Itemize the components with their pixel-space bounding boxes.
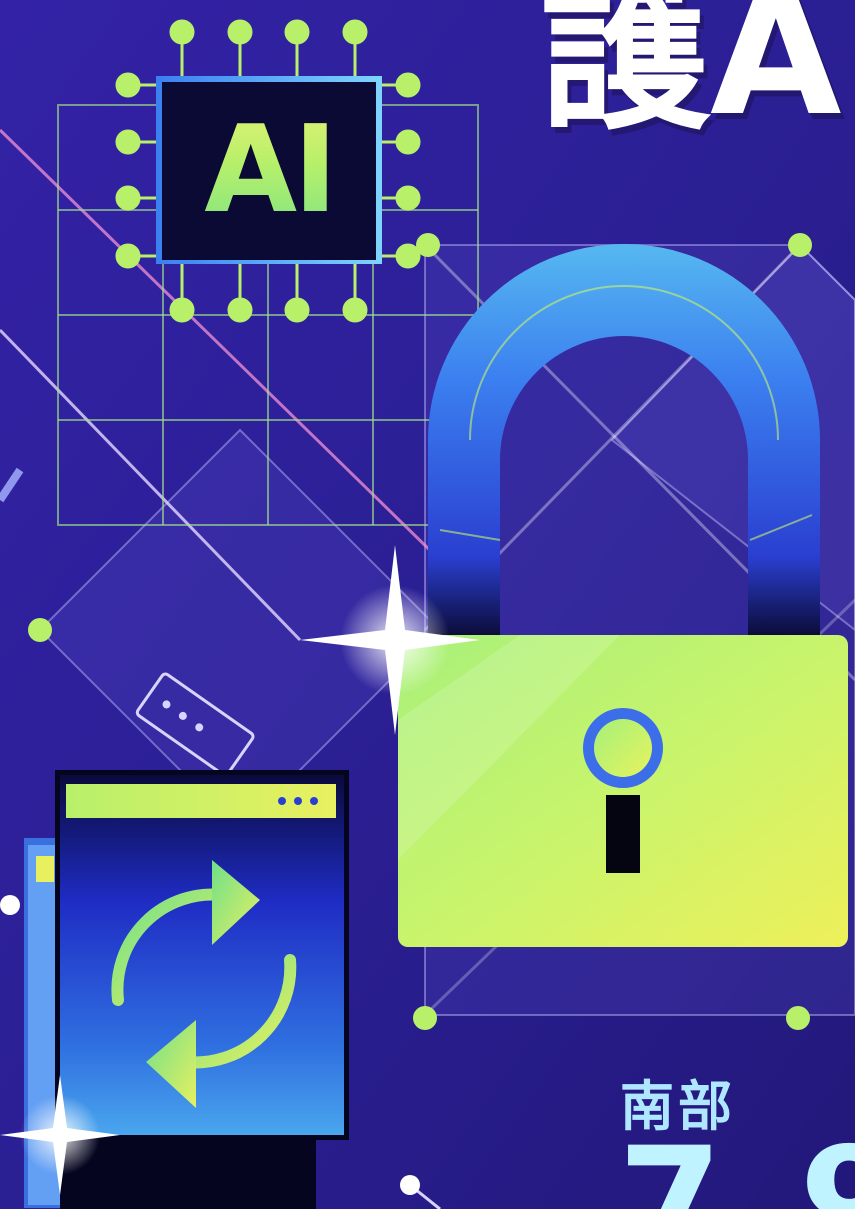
poster-illustration <box>0 0 855 1209</box>
ai-chip-label: AI <box>160 80 378 260</box>
big-number: 7.9 <box>618 1128 855 1209</box>
headline-text: 護A <box>540 0 842 150</box>
